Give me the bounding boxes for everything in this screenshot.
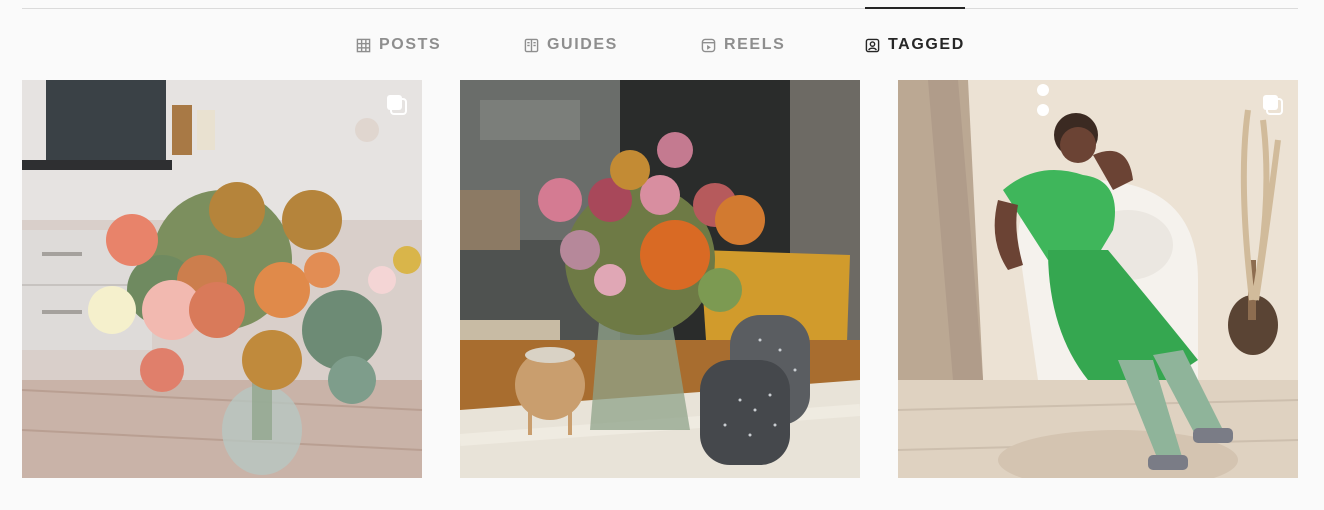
active-tab-indicator bbox=[865, 7, 965, 9]
tab-posts[interactable]: POSTS bbox=[356, 34, 441, 56]
profile-tabs: POSTS GUIDES REELS TAGGED bbox=[0, 34, 1324, 56]
tab-guides[interactable]: GUIDES bbox=[524, 34, 618, 56]
post-image bbox=[460, 80, 860, 478]
carousel-icon bbox=[1263, 95, 1283, 115]
tab-label: REELS bbox=[724, 36, 786, 53]
tab-label: TAGGED bbox=[888, 36, 965, 53]
post-thumbnail[interactable] bbox=[22, 80, 422, 478]
grid-icon bbox=[356, 38, 371, 52]
post-image bbox=[22, 80, 422, 478]
tagged-user-icon bbox=[865, 38, 880, 52]
tabs-divider bbox=[22, 8, 1298, 9]
reels-icon bbox=[701, 38, 716, 52]
tab-label: POSTS bbox=[379, 36, 442, 53]
post-thumbnail[interactable] bbox=[898, 80, 1298, 478]
post-image bbox=[898, 80, 1298, 478]
tab-label: GUIDES bbox=[547, 36, 618, 53]
guide-book-icon bbox=[524, 38, 539, 52]
tab-tagged[interactable]: TAGGED bbox=[865, 34, 965, 56]
carousel-icon bbox=[387, 95, 407, 115]
post-thumbnail[interactable] bbox=[460, 80, 860, 478]
tab-reels[interactable]: REELS bbox=[701, 34, 785, 56]
